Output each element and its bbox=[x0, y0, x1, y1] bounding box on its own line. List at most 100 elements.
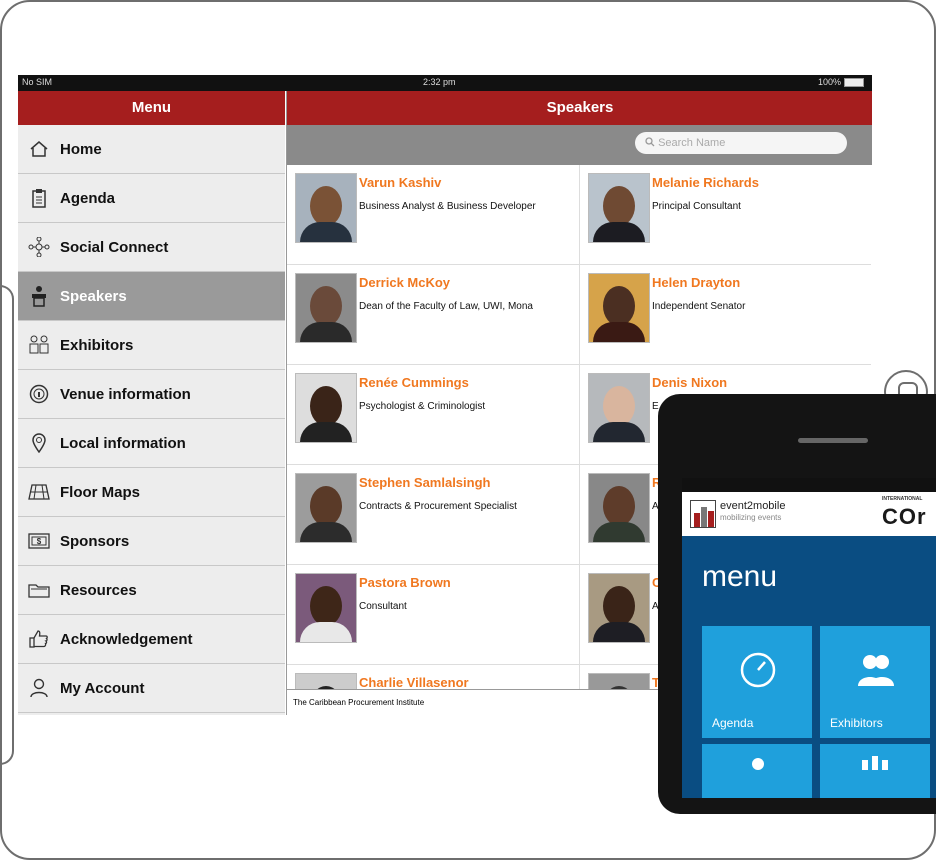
speaker-title: Independent Senator bbox=[652, 301, 746, 312]
sidebar-item-social-connect[interactable]: Social Connect bbox=[18, 223, 285, 272]
speaker-name: Melanie Richards bbox=[652, 175, 759, 190]
sidebar-item-label: Acknowledgement bbox=[60, 630, 193, 648]
phone-status-bar bbox=[682, 478, 936, 492]
folder-icon bbox=[28, 579, 50, 601]
clipboard-icon bbox=[28, 187, 50, 209]
speaker-name: Varun Kashiv bbox=[359, 175, 442, 190]
speaker-photo bbox=[295, 573, 357, 643]
sidebar-title: Menu bbox=[18, 91, 285, 125]
brand-tagline: mobilizing events bbox=[720, 513, 782, 522]
user-icon bbox=[28, 677, 50, 699]
sidebar-item-agenda[interactable]: Agenda bbox=[18, 174, 285, 223]
map-pin-icon bbox=[28, 432, 50, 454]
tablet-side-button bbox=[0, 285, 14, 765]
sidebar-item-my-account[interactable]: My Account bbox=[18, 664, 285, 713]
search-placeholder: Search Name bbox=[658, 137, 726, 149]
carrier-text: No SIM bbox=[22, 77, 53, 87]
sidebar-item-label: Speakers bbox=[60, 287, 127, 305]
svg-text:$: $ bbox=[37, 537, 42, 546]
speaker-photo bbox=[295, 173, 357, 243]
speaker-title: Business Analyst & Business Developer bbox=[359, 201, 536, 212]
floor-map-icon bbox=[28, 481, 50, 503]
thumbs-up-icon bbox=[28, 628, 50, 650]
sidebar-item-label: Social Connect bbox=[60, 238, 169, 256]
brand-name: event2mobile bbox=[720, 500, 786, 512]
money-icon: $ bbox=[28, 530, 50, 552]
speaker-card[interactable]: Charlie Villasenor bbox=[287, 665, 579, 690]
sidebar-item-exhibitors[interactable]: Exhibitors bbox=[18, 321, 285, 370]
sidebar-item-speakers[interactable]: Speakers bbox=[18, 272, 285, 321]
speaker-photo bbox=[588, 573, 650, 643]
speaker-card[interactable]: Melanie Richards Principal Consultant bbox=[579, 165, 871, 265]
speaker-name: Helen Drayton bbox=[652, 275, 741, 290]
battery-text: 100% bbox=[818, 77, 842, 87]
sidebar-item-home[interactable]: Home bbox=[18, 125, 285, 174]
clock-text: 2:32 pm bbox=[423, 77, 456, 87]
network-icon bbox=[28, 236, 50, 258]
speaker-name: Stephen Samlalsingh bbox=[359, 475, 491, 490]
speaker-card[interactable]: Stephen Samlalsingh Contracts & Procurem… bbox=[287, 465, 579, 565]
conference-word: COr bbox=[882, 504, 927, 529]
speaker-title: Principal Consultant bbox=[652, 201, 741, 212]
speaker-photo bbox=[588, 173, 650, 243]
sidebar-item-venue-information[interactable]: Venue information bbox=[18, 370, 285, 419]
sidebar-item-local-information[interactable]: Local information bbox=[18, 419, 285, 468]
speaker-name: Derrick McKoy bbox=[359, 275, 451, 290]
search-bar: Search Name bbox=[287, 125, 872, 165]
tile-bottom-left[interactable] bbox=[702, 744, 812, 798]
speaker-photo bbox=[588, 273, 650, 343]
search-icon bbox=[645, 137, 655, 147]
speaker-photo bbox=[295, 673, 357, 690]
speaker-card[interactable]: Pastora Brown Consultant bbox=[287, 565, 579, 665]
phone-speaker bbox=[798, 438, 868, 443]
phone-device: event2mobile mobilizing events INTERNATI… bbox=[658, 394, 936, 814]
speaker-card[interactable]: Helen Drayton Independent Senator bbox=[579, 265, 871, 365]
tile-label: Exhibitors bbox=[830, 716, 883, 730]
sidebar-item-label: Venue information bbox=[60, 385, 191, 403]
sidebar: Menu Home Agenda Social Connect Speakers… bbox=[18, 91, 285, 715]
battery-icon bbox=[844, 78, 865, 88]
sidebar-item-resources[interactable]: Resources bbox=[18, 566, 285, 615]
sidebar-item-floor-maps[interactable]: Floor Maps bbox=[18, 468, 285, 517]
speaker-name: Charlie Villasenor bbox=[359, 675, 469, 690]
tile-bottom-right[interactable] bbox=[820, 744, 930, 798]
page-title: Speakers bbox=[287, 91, 872, 125]
grid-icon bbox=[862, 756, 888, 770]
sidebar-item-label: Sponsors bbox=[60, 532, 130, 550]
home-icon bbox=[28, 138, 50, 160]
speaker-name: Denis Nixon bbox=[652, 375, 728, 390]
speaker-card[interactable]: Varun Kashiv Business Analyst & Business… bbox=[287, 165, 579, 265]
conference-tag: INTERNATIONAL bbox=[882, 496, 923, 502]
speaker-card[interactable]: Renée Cummings Psychologist & Criminolog… bbox=[287, 365, 579, 465]
status-bar: No SIM 2:32 pm 100% bbox=[18, 75, 872, 91]
speaker-photo bbox=[588, 373, 650, 443]
speaker-card[interactable]: Derrick McKoy Dean of the Faculty of Law… bbox=[287, 265, 579, 365]
info-icon bbox=[28, 383, 50, 405]
tile-exhibitors[interactable]: Exhibitors bbox=[820, 626, 930, 738]
battery-indicator: 100% bbox=[818, 77, 865, 88]
speaker-title: Contracts & Procurement Specialist bbox=[359, 501, 517, 512]
phone-menu-title: menu bbox=[702, 560, 778, 593]
search-input[interactable]: Search Name bbox=[635, 132, 847, 154]
sidebar-item-label: Floor Maps bbox=[60, 483, 141, 501]
sidebar-item-acknowledgement[interactable]: Acknowledgement bbox=[18, 615, 285, 664]
speaker-title: Psychologist & Criminologist bbox=[359, 401, 486, 412]
sidebar-item-label: Agenda bbox=[60, 189, 116, 207]
tile-agenda[interactable]: Agenda bbox=[702, 626, 812, 738]
people-icon bbox=[858, 655, 894, 686]
speaker-photo bbox=[295, 273, 357, 343]
speaker-photo bbox=[588, 473, 650, 543]
user-icon bbox=[752, 758, 764, 770]
podium-icon bbox=[28, 285, 50, 307]
sidebar-item-sponsors[interactable]: $ Sponsors bbox=[18, 517, 285, 566]
phone-brand-bar: event2mobile mobilizing events INTERNATI… bbox=[682, 492, 936, 536]
speaker-title: Consultant bbox=[359, 601, 407, 612]
clock-icon bbox=[740, 652, 776, 688]
speaker-photo bbox=[295, 473, 357, 543]
speaker-title: Dean of the Faculty of Law, UWI, Mona bbox=[359, 301, 533, 312]
speaker-photo bbox=[588, 673, 650, 690]
phone-screen: event2mobile mobilizing events INTERNATI… bbox=[682, 478, 936, 798]
event2mobile-logo bbox=[690, 500, 716, 528]
sidebar-item-label: Resources bbox=[60, 581, 137, 599]
sidebar-item-label: My Account bbox=[60, 679, 145, 697]
